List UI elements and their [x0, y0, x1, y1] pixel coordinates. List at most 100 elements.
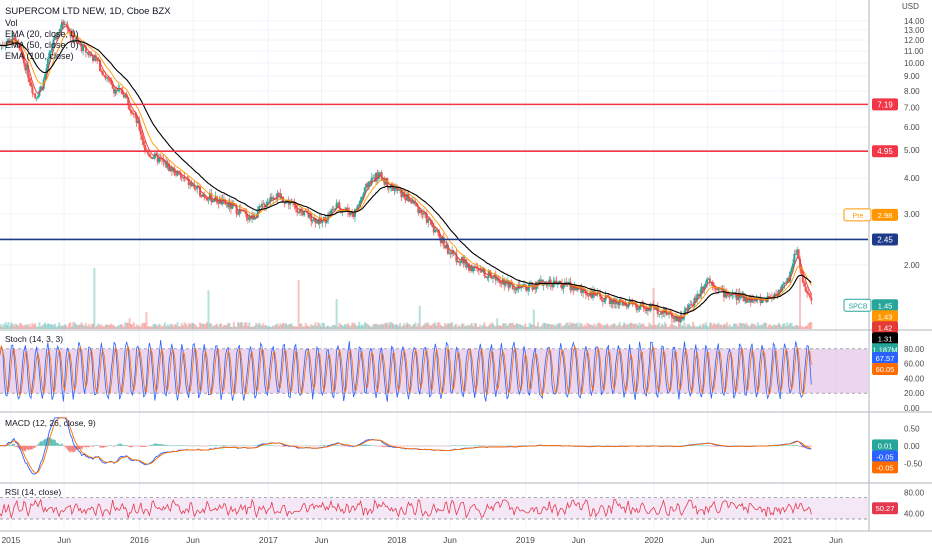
price-label-prefix: SPCB — [848, 303, 867, 310]
x-tick-label: Jun — [829, 535, 843, 545]
price-tick-label: 5.00 — [904, 146, 920, 155]
candle-body — [504, 283, 507, 286]
volume-bar — [297, 279, 300, 329]
last-value-label: -0.05 — [876, 463, 893, 472]
x-tick-label: 2021 — [773, 535, 792, 545]
currency-label: USD — [902, 2, 919, 11]
candle-body — [644, 308, 647, 310]
candle-body — [803, 282, 806, 287]
candle-body — [360, 196, 363, 200]
price-tick-label: 7.00 — [904, 104, 920, 113]
x-tick-label: 2016 — [130, 535, 149, 545]
candle-body — [782, 284, 785, 286]
candle-body — [37, 95, 40, 98]
x-tick-label: 2017 — [259, 535, 278, 545]
candle-body — [128, 105, 131, 110]
volume-bar — [418, 305, 421, 329]
stoch-tick-label: 40.00 — [904, 374, 925, 383]
stoch-tick-label: 0.00 — [904, 404, 920, 413]
candle-body — [486, 277, 489, 279]
rsi-tick-label: 80.00 — [904, 488, 925, 497]
x-tick-label: 2015 — [1, 535, 20, 545]
candle-body — [603, 300, 606, 302]
volume-bar — [810, 322, 813, 329]
candle-body — [472, 268, 475, 272]
last-value-label: 60.05 — [876, 365, 895, 374]
candle-body — [638, 307, 641, 310]
price-tick-label: 6.00 — [904, 123, 920, 132]
macd-histogram-bar — [91, 445, 94, 447]
last-value-label: -0.05 — [876, 452, 893, 461]
price-tick-label: 8.00 — [904, 87, 920, 96]
last-value-label: 0.01 — [878, 441, 893, 450]
x-tick-label: Jun — [186, 535, 200, 545]
price-label-text: 1.45 — [878, 301, 893, 310]
rsi-title: RSI (14, close) — [5, 487, 61, 497]
macd-tick-label: 0.50 — [904, 424, 920, 433]
symbol-title: SUPERCOM LTD NEW, 1D, Cboe BZX — [5, 6, 171, 17]
stoch-tick-label: 20.00 — [904, 389, 925, 398]
rsi-pane[interactable] — [0, 497, 868, 520]
x-tick-label: 2020 — [644, 535, 663, 545]
candle-body — [556, 284, 559, 285]
candle-body — [746, 301, 749, 303]
candle-body — [139, 130, 142, 136]
trading-chart[interactable]: 2.00 3.00 4.00 5.00 6.00 7.00 8.00 9.00 10.00 11.… — [0, 0, 932, 550]
volume-bar — [799, 276, 802, 329]
candle-body — [808, 294, 811, 298]
candle-body — [806, 291, 809, 293]
candle-body — [706, 279, 709, 284]
candle-body — [129, 109, 132, 113]
candle-body — [152, 158, 155, 159]
candle-body — [35, 97, 38, 99]
x-tick-label: 2019 — [516, 535, 535, 545]
candle-body — [142, 140, 145, 145]
price-label-prefix: Pre — [853, 213, 864, 220]
price-tick-label: 9.00 — [904, 72, 920, 81]
x-tick-label: Jun — [57, 535, 71, 545]
candle-body — [810, 297, 813, 301]
candle-body — [804, 286, 807, 292]
price-label-text: 1.42 — [878, 323, 893, 332]
candle-body — [31, 86, 34, 94]
macd-title: MACD (12, 26, close, 9) — [5, 418, 96, 428]
candle-body — [491, 277, 494, 279]
last-value-label: 50.27 — [876, 504, 895, 513]
candle-body — [101, 71, 104, 76]
stoch-tick-label: 80.00 — [904, 345, 925, 354]
candle-body — [620, 299, 623, 301]
candle-body — [311, 220, 314, 222]
candle-body — [807, 292, 810, 295]
macd-histogram-bar — [337, 445, 340, 446]
candle-body — [29, 82, 32, 87]
price-tick-label: 11.00 — [904, 47, 924, 56]
price-label-text: 1.43 — [878, 312, 893, 321]
price-label-text: 2.98 — [878, 211, 893, 220]
candle-body — [790, 267, 793, 272]
price-tick-label: 4.00 — [904, 174, 920, 183]
macd-tick-label: -0.50 — [904, 459, 923, 468]
macd-histogram-bar — [125, 445, 128, 446]
price-tick-label: 3.00 — [904, 210, 920, 219]
candle-body — [28, 77, 31, 83]
candle-body — [131, 112, 134, 114]
rsi-band — [0, 497, 868, 519]
candle-body — [358, 203, 361, 206]
candle-body — [562, 285, 565, 289]
macd-tick-label: 0.00 — [904, 442, 920, 451]
stoch-pane[interactable] — [0, 340, 868, 402]
rsi-tick-label: 40.00 — [904, 510, 925, 519]
level-price-label: 2.45 — [877, 235, 893, 244]
candle-body — [690, 304, 693, 306]
price-tick-label: 2.00 — [904, 261, 920, 270]
legend-vol: Vol — [5, 18, 18, 28]
legend-ema20: EMA (20, close, 0) — [5, 29, 79, 39]
macd-histogram-bar — [810, 445, 813, 447]
volume-bar — [335, 299, 338, 329]
candle-body — [148, 153, 151, 157]
candle-body — [34, 93, 37, 99]
candle-body — [459, 261, 462, 263]
price-tick-label: 13.00 — [904, 26, 925, 35]
macd-histogram-bar — [796, 445, 799, 446]
candle-body — [107, 77, 110, 80]
